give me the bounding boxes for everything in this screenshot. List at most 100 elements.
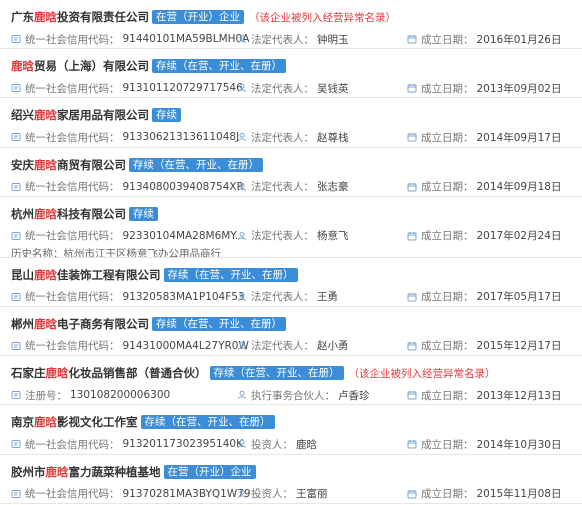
company-name-link[interactable]: 安庆鹿晗商贸有限公司 — [11, 157, 126, 173]
company-name-suffix: 家居用品有限公司 — [57, 108, 149, 123]
company-details: 统一社会信用代码： 913101120729717546 法定代表人： 吴钱英 成立日期… — [11, 80, 582, 96]
established-date: 成立日期： 2014年09月18日 — [407, 179, 561, 195]
established-date-label: 成立日期： — [421, 33, 474, 46]
company-name-link[interactable]: 杭州鹿晗科技有限公司 — [11, 206, 126, 222]
company-details: 统一社会信用代码： 92330104MA28M6MY... 法定代表人： 杨意飞 成立日… — [11, 228, 582, 244]
status-badge: 存续（在营、开业、在册） — [129, 157, 263, 172]
established-date-value: 2013年12月13日 — [476, 389, 562, 402]
legal-rep-value: 钟明玉 — [317, 33, 349, 46]
calendar-icon — [407, 292, 417, 302]
history-name: 历史名称：杭州市江干区杨意飞办公用品商行 — [11, 246, 582, 257]
company-name-link[interactable]: 鹿晗贸易（上海）有限公司 — [11, 58, 149, 74]
legal-rep-value: 赵尊栈 — [317, 131, 349, 144]
person-icon — [237, 292, 247, 302]
company-header: 安庆鹿晗商贸有限公司 存续（在营、开业、在册） — [11, 157, 582, 173]
calendar-icon — [407, 182, 417, 192]
legal-rep: 法定代表人： 赵尊栈 — [237, 129, 349, 145]
investor-label: 投资人： — [251, 488, 293, 500]
legal-rep-label: 法定代表人： — [251, 291, 314, 304]
company-header: 绍兴鹿晗家居用品有限公司 存续 — [11, 107, 582, 123]
established-date-label: 成立日期： — [421, 340, 474, 353]
investor: 投资人： 王富丽 — [237, 486, 328, 502]
credit-code-value: 9134080039408754XR — [122, 180, 244, 193]
company-entry: 南京鹿晗影视文化工作室 存续（在营、开业、在册） 统一社会信用代码： 91320117… — [0, 405, 582, 455]
company-name-prefix: 郴州 — [11, 316, 34, 331]
legal-rep-label: 法定代表人： — [251, 340, 314, 353]
company-entry: 广东鹿晗投资有限责任公司 在营（开业）企业 （该企业被列入经营异常名录） 统一社会信用… — [0, 0, 582, 50]
credit-code-value: 91320117302395140K — [122, 438, 243, 451]
credit-code-label: 统一社会信用代码： — [25, 33, 120, 46]
partner-label: 执行事务合伙人： — [251, 389, 335, 402]
legal-rep-label: 法定代表人： — [251, 230, 314, 243]
status-badge: 存续（在营、开业、在册） — [152, 59, 286, 74]
reg-no-value: 130108200006300 — [70, 389, 171, 402]
established-date-value: 2015年12月17日 — [476, 340, 562, 353]
investor-value: 鹿晗 — [296, 438, 317, 451]
investor-label: 投资人： — [251, 438, 293, 451]
person-icon — [237, 231, 247, 241]
company-details: 统一社会信用代码： 91330621313611048J 法定代表人： 赵尊栈 成立日期… — [11, 129, 582, 145]
company-details: 统一社会信用代码： 91370281MA3BYQ1W79 投资人： 王富丽 成立日期： 2… — [11, 486, 582, 502]
company-name-link[interactable]: 昆山鹿晗佳装饰工程有限公司 — [11, 267, 161, 283]
company-name-keyword: 鹿晗 — [34, 267, 57, 282]
company-name-keyword: 鹿晗 — [34, 10, 57, 24]
company-name-link[interactable]: 胶州市鹿晗富力蔬菜种植基地 — [11, 464, 161, 480]
legal-rep: 法定代表人： 钟明玉 — [237, 31, 349, 47]
company-details: 统一社会信用代码： 91440101MA59BLMH0A 法定代表人： 钟明玉 成立日期… — [11, 31, 582, 47]
company-name-keyword: 鹿晗 — [34, 108, 57, 123]
established-date-value: 2014年09月18日 — [476, 181, 562, 194]
calendar-icon — [407, 439, 417, 449]
established-date-label: 成立日期： — [421, 181, 474, 194]
legal-rep: 法定代表人： 赵小勇 — [237, 338, 349, 354]
credit-code-icon — [11, 34, 21, 44]
company-entry: 鹿晗贸易（上海）有限公司 存续（在营、开业、在册） 统一社会信用代码： 9131011… — [0, 49, 582, 99]
partner: 执行事务合伙人： 卢香珍 — [237, 387, 370, 403]
credit-code-label: 统一社会信用代码： — [25, 131, 120, 144]
legal-rep-value: 吴钱英 — [317, 82, 349, 95]
established-date-value: 2017年02月24日 — [476, 230, 562, 243]
company-name-prefix: 昆山 — [11, 267, 34, 282]
company-name-keyword: 鹿晗 — [45, 366, 69, 381]
company-name-suffix: 佳装饰工程有限公司 — [57, 267, 161, 282]
calendar-icon — [407, 341, 417, 351]
credit-code-label: 统一社会信用代码： — [25, 438, 120, 451]
credit-code: 统一社会信用代码： 91320117302395140K — [11, 436, 243, 452]
credit-code-value: 913101120729717546 — [122, 82, 243, 95]
legal-rep-label: 法定代表人： — [251, 82, 314, 95]
credit-code-label: 统一社会信用代码： — [25, 181, 120, 194]
reg-no-icon — [11, 390, 21, 400]
legal-rep-value: 王勇 — [317, 291, 338, 304]
calendar-icon — [407, 83, 417, 93]
company-name-link[interactable]: 绍兴鹿晗家居用品有限公司 — [11, 107, 149, 123]
credit-code-value: 91330621313611048J — [122, 131, 240, 144]
credit-code-label: 统一社会信用代码： — [25, 82, 120, 95]
company-name-link[interactable]: 南京鹿晗影视文化工作室 — [11, 414, 138, 430]
legal-rep: 法定代表人： 张志豪 — [237, 179, 349, 195]
person-icon — [237, 182, 247, 192]
company-name-link[interactable]: 广东鹿晗投资有限责任公司 — [11, 9, 149, 25]
company-header: 南京鹿晗影视文化工作室 存续（在营、开业、在册） — [11, 414, 582, 430]
credit-code: 统一社会信用代码： 91320583MA1P104F53 — [11, 289, 245, 305]
established-date-label: 成立日期： — [421, 389, 474, 402]
company-header: 杭州鹿晗科技有限公司 存续 — [11, 206, 582, 222]
company-name-link[interactable]: 石家庄鹿晗化妆品销售部（普通合伙） — [11, 365, 207, 381]
credit-code: 统一社会信用代码： 9134080039408754XR — [11, 179, 244, 195]
credit-code-icon — [11, 439, 21, 449]
legal-rep-value: 张志豪 — [317, 181, 349, 194]
credit-code: 统一社会信用代码： 91370281MA3BYQ1W79 — [11, 486, 251, 502]
company-name-link[interactable]: 郴州鹿晗电子商务有限公司 — [11, 316, 149, 332]
credit-code-icon — [11, 231, 21, 241]
company-name-keyword: 鹿晗 — [11, 59, 34, 74]
company-name-suffix: 科技有限公司 — [57, 206, 126, 221]
company-name-suffix: 化妆品销售部（普通合伙） — [68, 366, 207, 381]
established-date: 成立日期： 2015年11月08日 — [407, 486, 561, 502]
investor: 投资人： 鹿晗 — [237, 436, 317, 452]
company-header: 昆山鹿晗佳装饰工程有限公司 存续（在营、开业、在册） — [11, 267, 582, 283]
calendar-icon — [407, 34, 417, 44]
credit-code-icon — [11, 132, 21, 142]
company-entry: 胶州市鹿晗富力蔬菜种植基地 在营（开业）企业 统一社会信用代码： 91370281MA… — [0, 455, 582, 504]
company-details: 统一社会信用代码： 91431000MA4L27YR0W 法定代表人： 赵小勇 成立日期… — [11, 338, 582, 354]
credit-code: 统一社会信用代码： 91440101MA59BLMH0A — [11, 31, 249, 47]
established-date: 成立日期： 2016年01月26日 — [407, 31, 561, 47]
established-date-value: 2015年11月08日 — [476, 488, 562, 500]
